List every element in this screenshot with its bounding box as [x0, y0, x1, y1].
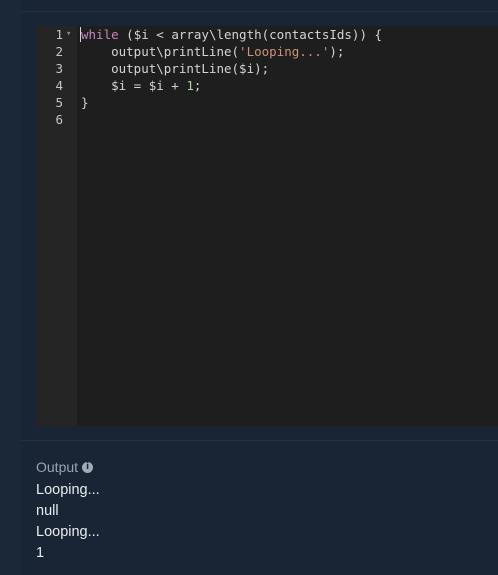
code-token-string: 'Looping...' — [239, 44, 330, 59]
output-line: Looping... — [36, 482, 100, 498]
code-line: $i = $i + 1; — [81, 77, 201, 94]
code-line: output\printLine($i); — [81, 60, 269, 77]
top-divider — [21, 11, 498, 12]
info-icon[interactable]: i — [82, 461, 94, 473]
output-header: Output i — [36, 458, 94, 476]
code-token-keyword: while — [81, 27, 119, 42]
code-token-plain: ); — [329, 44, 345, 59]
fold-arrow-icon[interactable]: ▾ — [66, 26, 71, 43]
code-line: while ($i < array\length(contactsIds)) { — [81, 26, 382, 43]
line-number: 6 — [55, 112, 63, 127]
code-token-plain: ($i < array\length(contactsIds)) { — [118, 27, 383, 42]
line-number: 2 — [55, 44, 63, 59]
code-editor[interactable]: 1 2 3 4 5 6 ▾ while ($i < array\length(contact… — [36, 26, 498, 426]
code-token-plain: } — [81, 95, 89, 110]
section-divider — [21, 440, 498, 441]
output-line: null — [36, 503, 59, 519]
code-token-number: 1 — [186, 78, 194, 93]
code-line: } — [81, 94, 89, 111]
code-token-plain: output\printLine($i); — [81, 61, 270, 76]
code-token-plain: output\printLine( — [81, 44, 240, 59]
line-number: 1 — [55, 27, 63, 42]
code-token-plain: $i = $i + — [81, 78, 187, 93]
code-line: output\printLine('Looping...'); — [81, 43, 344, 60]
code-token-plain: ; — [193, 78, 202, 93]
line-number: 4 — [55, 78, 63, 93]
line-number: 3 — [55, 61, 63, 76]
output-title: Output — [36, 459, 79, 475]
line-number-gutter: 1 2 3 4 5 6 ▾ — [36, 26, 77, 426]
output-line: Looping... — [36, 524, 100, 540]
line-number: 5 — [55, 95, 63, 110]
output-line: 1 — [36, 545, 45, 561]
